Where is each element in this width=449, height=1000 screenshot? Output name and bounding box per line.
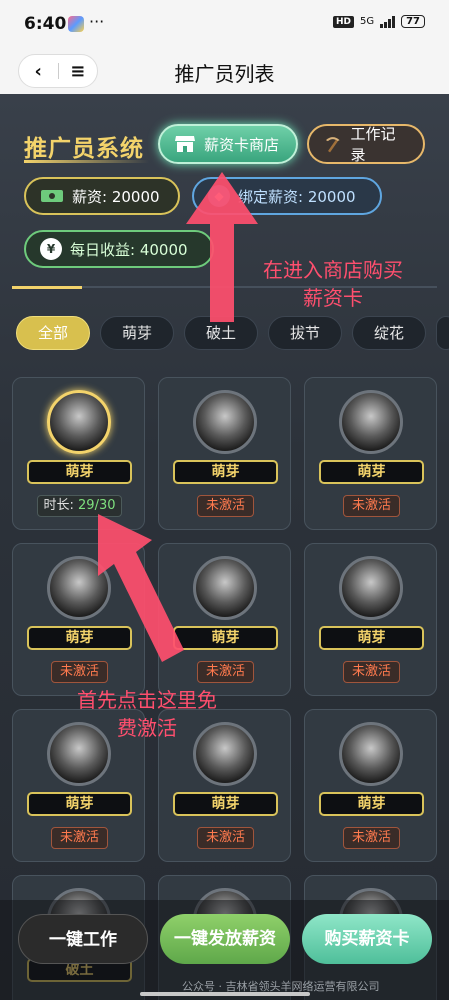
page-title: 推广员列表	[174, 62, 275, 86]
activate-annotation-line2: 费激活	[117, 716, 177, 740]
promoter-card[interactable]: 萌芽 未激活	[304, 709, 437, 862]
inactive-status[interactable]: 未激活	[343, 661, 400, 683]
daily-income-label: 每日收益: 40000	[70, 240, 188, 259]
promoter-card[interactable]: 萌芽 时长: 29/30	[12, 377, 145, 530]
nav-bar: ‹ ≡ 推广员列表	[0, 50, 449, 94]
promoter-panel: 推广员系统 薪资卡商店 工作记录 薪资: 20000 ◆ 绑定薪资: 20000…	[0, 94, 449, 1000]
work-record-label: 工作记录	[350, 125, 396, 164]
work-record-button[interactable]: 工作记录	[307, 124, 425, 164]
inactive-status[interactable]: 未激活	[197, 661, 254, 683]
duration-label: 时长:	[43, 498, 74, 513]
duration-value: 29/30	[78, 498, 116, 513]
shop-icon	[175, 136, 195, 152]
shop-annotation-line1: 在进入商店购买	[263, 258, 403, 282]
activate-annotation-line1: 首先点击这里免	[77, 688, 217, 712]
annotation-arrow-diagonal	[98, 514, 184, 662]
promoter-card[interactable]: 萌芽 未激活	[304, 377, 437, 530]
network-label: 5G	[359, 16, 375, 27]
salary-label: 薪资: 20000	[72, 187, 160, 206]
level-badge: 萌芽	[319, 792, 424, 816]
promoter-avatar	[47, 390, 111, 454]
promoter-avatar	[193, 390, 257, 454]
system-title: 推广员系统	[24, 136, 144, 162]
tab-bloom[interactable]: 绽花	[352, 316, 426, 350]
tab-more[interactable]	[436, 316, 449, 350]
level-badge: 萌芽	[319, 460, 424, 484]
promoter-avatar	[193, 556, 257, 620]
tab-all[interactable]: 全部	[16, 316, 90, 350]
battery-icon: 77	[401, 15, 425, 28]
shop-label: 薪资卡商店	[204, 135, 280, 154]
home-indicator[interactable]	[140, 992, 310, 996]
promoter-avatar	[339, 556, 403, 620]
inactive-status[interactable]: 未激活	[51, 827, 108, 849]
promoter-avatar	[339, 390, 403, 454]
cash-icon	[41, 190, 63, 202]
tab-sprout[interactable]: 萌芽	[100, 316, 174, 350]
promoter-card[interactable]: 萌芽 未激活	[158, 377, 291, 530]
hd-icon: HD	[332, 15, 354, 28]
status-right: HD 5G 77	[332, 15, 425, 28]
status-bar: 6:40 ··· HD 5G 77	[0, 0, 449, 50]
inactive-status[interactable]: 未激活	[197, 827, 254, 849]
shop-annotation-line2: 薪资卡	[303, 286, 363, 310]
gallery-app-icon	[68, 16, 84, 32]
buy-salary-card-button[interactable]: 购买薪资卡	[302, 914, 432, 964]
promoter-card[interactable]: 萌芽 未激活	[304, 543, 437, 696]
signal-icon	[380, 15, 396, 28]
status-time: 6:40	[24, 14, 67, 34]
level-badge: 萌芽	[173, 626, 278, 650]
title-underline	[24, 160, 149, 163]
more-notifications-icon: ···	[89, 12, 105, 31]
activate-annotation: 首先点击这里免 费激活	[62, 686, 232, 742]
level-badge: 萌芽	[27, 460, 132, 484]
inactive-status[interactable]: 未激活	[343, 495, 400, 517]
inactive-status[interactable]: 未激活	[197, 495, 254, 517]
one-click-work-button[interactable]: 一键工作	[18, 914, 148, 964]
shop-annotation: 在进入商店购买 薪资卡	[238, 256, 428, 312]
tab-jointing[interactable]: 拔节	[268, 316, 342, 350]
salary-stat: 薪资: 20000	[24, 177, 180, 215]
bottom-action-bar: 一键工作 一键发放薪资 购买薪资卡 公众号 · 吉林省领头羊网络运营有限公司	[0, 900, 449, 1000]
level-badge: 萌芽	[319, 626, 424, 650]
promoter-avatar	[339, 722, 403, 786]
level-badge: 萌芽	[173, 792, 278, 816]
salary-card-shop-button[interactable]: 薪资卡商店	[158, 124, 298, 164]
pickaxe-icon	[325, 137, 340, 153]
one-click-pay-button[interactable]: 一键发放薪资	[160, 914, 290, 964]
level-badge: 萌芽	[173, 460, 278, 484]
inactive-status[interactable]: 未激活	[51, 661, 108, 683]
level-badge: 萌芽	[27, 792, 132, 816]
inactive-status[interactable]: 未激活	[343, 827, 400, 849]
yen-icon: ¥	[40, 238, 62, 260]
